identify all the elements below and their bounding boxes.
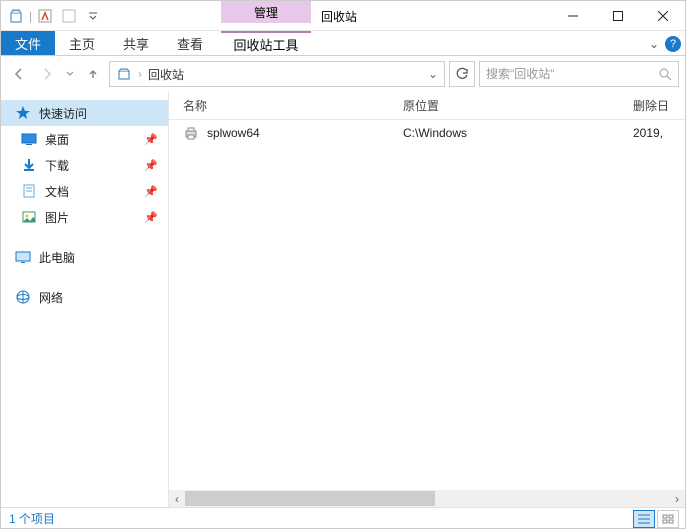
main-area: 快速访问 桌面 📌 下载 📌 文档 📌 图片 📌 — [1, 92, 685, 507]
contextual-tab-header: 管理 — [221, 1, 311, 23]
large-icons-view-button[interactable] — [657, 510, 679, 528]
list-item[interactable]: splwow64 C:\Windows 2019, — [169, 120, 685, 146]
scroll-left-icon[interactable]: ‹ — [169, 490, 185, 507]
pin-icon: 📌 — [144, 159, 158, 172]
sidebar-quick-access[interactable]: 快速访问 — [1, 100, 168, 126]
sidebar-item-label: 快速访问 — [39, 105, 87, 122]
pin-icon: 📌 — [144, 211, 158, 224]
window-title: 回收站 — [321, 1, 357, 31]
navigation-row: › 回收站 ⌄ — [1, 56, 685, 92]
file-location: C:\Windows — [403, 126, 633, 140]
sidebar-item-pictures[interactable]: 图片 📌 — [1, 204, 168, 230]
sidebar-item-desktop[interactable]: 桌面 📌 — [1, 126, 168, 152]
qat-unknown-icon[interactable] — [58, 5, 80, 27]
network-icon — [15, 289, 31, 305]
status-bar: 1 个项目 — [1, 507, 685, 529]
sidebar-item-label: 此电脑 — [39, 249, 75, 266]
breadcrumb[interactable]: 回收站 — [148, 66, 184, 83]
back-button[interactable] — [7, 62, 31, 86]
pin-icon: 📌 — [144, 133, 158, 146]
scroll-right-icon[interactable]: › — [669, 490, 685, 507]
column-header-location[interactable]: 原位置 — [403, 97, 633, 114]
qat-dropdown-icon[interactable] — [82, 5, 104, 27]
picture-icon — [21, 209, 37, 225]
sidebar-item-label: 文档 — [45, 183, 69, 200]
column-header-name[interactable]: 名称 — [183, 97, 403, 114]
sidebar-item-documents[interactable]: 文档 📌 — [1, 178, 168, 204]
status-item-count: 1 个项目 — [9, 510, 55, 527]
refresh-button[interactable] — [449, 61, 475, 87]
sidebar-this-pc[interactable]: 此电脑 — [1, 244, 168, 270]
help-icon[interactable]: ? — [665, 36, 681, 52]
monitor-icon — [15, 249, 31, 265]
tab-share[interactable]: 共享 — [109, 31, 163, 55]
printer-icon — [183, 125, 199, 141]
properties-icon[interactable] — [34, 5, 56, 27]
file-date: 2019, — [633, 126, 685, 140]
sidebar-network[interactable]: 网络 — [1, 284, 168, 310]
document-icon — [21, 183, 37, 199]
column-header-date-deleted[interactable]: 删除日 — [633, 97, 685, 114]
address-dropdown-icon[interactable]: ⌄ — [428, 67, 438, 81]
recycle-bin-small-icon — [116, 66, 132, 82]
horizontal-scrollbar[interactable]: ‹ › — [169, 490, 685, 507]
pin-icon: 📌 — [144, 185, 158, 198]
search-icon[interactable] — [658, 67, 672, 81]
title-bar: | 管理 回收站 — [1, 1, 685, 31]
up-button[interactable] — [81, 62, 105, 86]
ribbon-tabs: 文件 主页 共享 查看 回收站工具 ⌄ ? — [1, 31, 685, 56]
file-tab[interactable]: 文件 — [1, 31, 55, 55]
file-list: splwow64 C:\Windows 2019, — [169, 120, 685, 490]
details-view-button[interactable] — [633, 510, 655, 528]
file-name: splwow64 — [207, 126, 260, 140]
desktop-icon — [21, 131, 37, 147]
content-pane: 名称 原位置 删除日 splwow64 C:\Windows 2019, ‹ › — [169, 92, 685, 507]
sidebar-item-label: 网络 — [39, 289, 63, 306]
close-button[interactable] — [640, 1, 685, 31]
column-headers: 名称 原位置 删除日 — [169, 92, 685, 120]
scroll-thumb[interactable] — [185, 491, 435, 506]
quick-access-toolbar: | — [1, 5, 108, 27]
sidebar-item-label: 桌面 — [45, 131, 69, 148]
ribbon-expand-icon[interactable]: ⌄ — [649, 37, 659, 51]
recent-locations-button[interactable] — [63, 62, 77, 86]
search-box[interactable] — [479, 61, 679, 87]
sidebar-item-label: 下载 — [45, 157, 69, 174]
forward-button[interactable] — [35, 62, 59, 86]
navigation-pane: 快速访问 桌面 📌 下载 📌 文档 📌 图片 📌 — [1, 92, 169, 507]
sidebar-item-downloads[interactable]: 下载 📌 — [1, 152, 168, 178]
recycle-bin-icon[interactable] — [5, 5, 27, 27]
download-icon — [21, 157, 37, 173]
sidebar-item-label: 图片 — [45, 209, 69, 226]
star-icon — [15, 105, 31, 121]
search-input[interactable] — [486, 67, 658, 81]
tab-recycle-bin-tools[interactable]: 回收站工具 — [221, 31, 311, 56]
qat-separator: | — [29, 9, 32, 23]
address-bar[interactable]: › 回收站 ⌄ — [109, 61, 445, 87]
breadcrumb-separator-icon: › — [138, 67, 142, 81]
minimize-button[interactable] — [550, 1, 595, 31]
tab-home[interactable]: 主页 — [55, 31, 109, 55]
window-controls — [550, 1, 685, 31]
maximize-button[interactable] — [595, 1, 640, 31]
tab-view[interactable]: 查看 — [163, 31, 217, 55]
